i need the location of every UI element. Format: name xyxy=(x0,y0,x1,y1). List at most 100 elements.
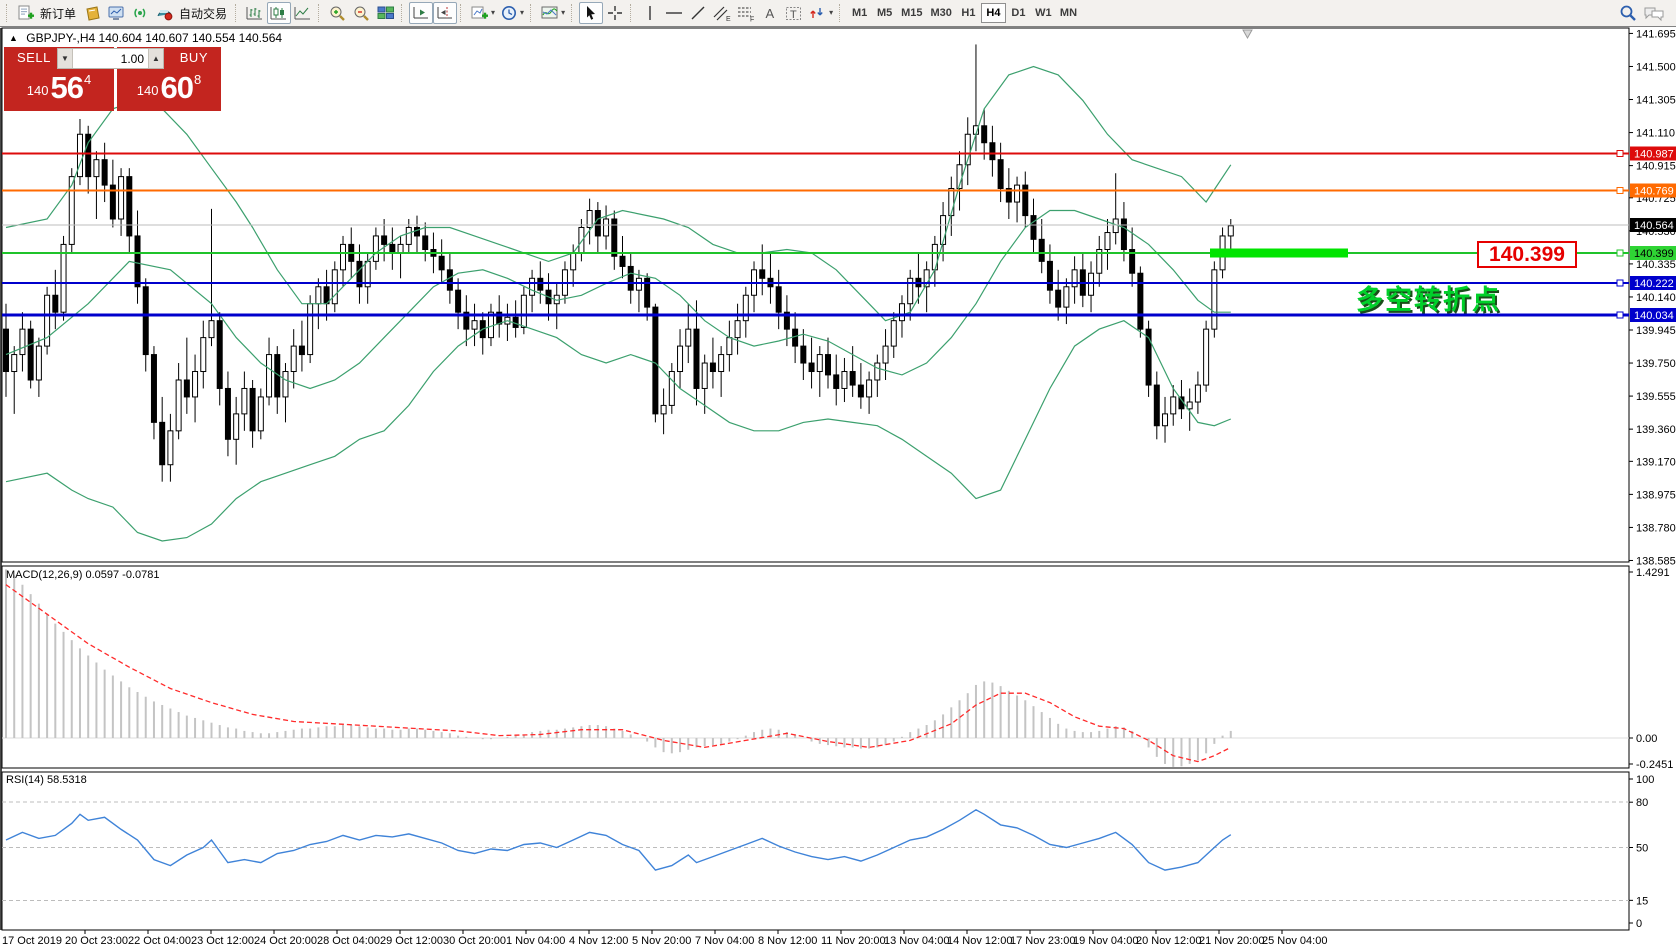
chart-shift-button[interactable] xyxy=(433,2,457,24)
profiles-button[interactable] xyxy=(81,2,105,24)
svg-text:-0.2451: -0.2451 xyxy=(1636,759,1673,771)
vertical-line-icon xyxy=(643,5,657,21)
horizontal-line-tool-button[interactable] xyxy=(662,2,686,24)
timeframe-h4-button[interactable]: H4 xyxy=(981,3,1006,23)
arrow-objects-icon xyxy=(809,5,827,21)
signals-button[interactable] xyxy=(129,2,153,24)
timeframe-mn-button[interactable]: MN xyxy=(1056,3,1081,23)
fibonacci-tool-button[interactable]: F xyxy=(734,2,758,24)
autotrading-button[interactable] xyxy=(153,2,177,24)
svg-text:23 Oct 12:00: 23 Oct 12:00 xyxy=(191,935,254,947)
svg-text:4 Nov 12:00: 4 Nov 12:00 xyxy=(569,935,628,947)
new-order-button[interactable] xyxy=(14,2,38,24)
highlight-bar xyxy=(1210,249,1348,258)
text-tool-button[interactable]: A xyxy=(758,2,782,24)
buy-price-base: 140 xyxy=(137,83,159,98)
svg-text:A: A xyxy=(766,6,775,21)
clock-icon xyxy=(501,5,518,21)
toolbar-grip xyxy=(6,4,11,22)
collapse-chevron-icon[interactable]: ▲ xyxy=(9,33,18,43)
bar-chart-mode-button[interactable] xyxy=(243,2,267,24)
svg-text:7 Nov 04:00: 7 Nov 04:00 xyxy=(695,935,754,947)
trendline-tool-button[interactable] xyxy=(686,2,710,24)
periods-button[interactable]: ▾ xyxy=(498,2,527,24)
timeframe-m30-button[interactable]: M30 xyxy=(927,3,956,23)
terminal-icon xyxy=(108,6,126,21)
symbol-period-label: GBPJPY-,H4 xyxy=(26,31,95,45)
svg-text:5 Nov 20:00: 5 Nov 20:00 xyxy=(632,935,691,947)
cursor-tool-button[interactable] xyxy=(579,2,603,24)
new-chart-button[interactable]: ▾ xyxy=(468,2,498,24)
svg-text:139.555: 139.555 xyxy=(1636,391,1676,403)
chart-canvas[interactable]: 141.695141.500141.305141.110140.915140.7… xyxy=(0,0,1676,948)
rsi-indicator-label: RSI(14) 58.5318 xyxy=(6,774,87,786)
timeframe-m5-button[interactable]: M5 xyxy=(872,3,897,23)
svg-text:1 Nov 04:00: 1 Nov 04:00 xyxy=(506,935,565,947)
svg-text:140.222: 140.222 xyxy=(1634,278,1674,290)
timeframe-m15-button[interactable]: M15 xyxy=(897,3,926,23)
one-click-trading-panel: SELL 140564 BUY 140608 ▼ ▲ xyxy=(4,47,221,111)
candlestick-mode-button[interactable] xyxy=(267,2,291,24)
svg-text:0.00: 0.00 xyxy=(1636,733,1657,745)
price-callout-box[interactable]: 140.399 xyxy=(1477,241,1577,268)
arrows-tool-button[interactable]: ▾ xyxy=(806,2,836,24)
svg-text:140.987: 140.987 xyxy=(1634,148,1674,160)
toolbar-grip xyxy=(401,4,406,22)
indicators-icon xyxy=(541,5,559,21)
toolbar-right-group xyxy=(1619,4,1673,22)
svg-text:100: 100 xyxy=(1636,774,1654,786)
svg-text:25 Nov 04:00: 25 Nov 04:00 xyxy=(1262,935,1327,947)
svg-text:20 Oct 23:00: 20 Oct 23:00 xyxy=(65,935,128,947)
equidistant-channel-tool-button[interactable]: E xyxy=(710,2,734,24)
sell-price: 140564 xyxy=(4,70,114,106)
timeframe-w1-button[interactable]: W1 xyxy=(1031,3,1056,23)
horizontal-line-icon xyxy=(665,5,683,21)
svg-text:22 Oct 04:00: 22 Oct 04:00 xyxy=(128,935,191,947)
crosshair-tool-button[interactable] xyxy=(603,2,627,24)
zoom-out-icon xyxy=(353,5,371,22)
toolbar-grip xyxy=(460,4,465,22)
svg-text:24 Oct 20:00: 24 Oct 20:00 xyxy=(254,935,317,947)
line-chart-mode-button[interactable] xyxy=(291,2,315,24)
svg-text:17 Oct 2019: 17 Oct 2019 xyxy=(2,935,62,947)
toolbar-grip xyxy=(318,4,323,22)
price-axis: 141.695141.500141.305141.110140.915140.7… xyxy=(1629,28,1676,567)
chat-icon[interactable] xyxy=(1643,4,1665,22)
buy-price-point: 8 xyxy=(194,72,201,87)
toolbar-grip xyxy=(530,4,535,22)
search-icon[interactable] xyxy=(1619,4,1637,22)
new-chart-icon xyxy=(471,5,489,21)
svg-text:F: F xyxy=(750,16,754,22)
svg-text:140.769: 140.769 xyxy=(1634,185,1674,197)
sell-price-point: 4 xyxy=(84,72,91,87)
zoom-in-button[interactable] xyxy=(326,2,350,24)
volume-increase-button[interactable]: ▲ xyxy=(149,49,163,68)
autotrading-label[interactable]: 自动交易 xyxy=(179,5,227,22)
timeframe-m1-button[interactable]: M1 xyxy=(847,3,872,23)
cursor-icon xyxy=(584,5,598,21)
timeframe-h1-button[interactable]: H1 xyxy=(956,3,981,23)
toolbar-grip xyxy=(235,4,240,22)
tile-windows-button[interactable] xyxy=(374,2,398,24)
new-order-icon xyxy=(18,5,35,21)
dropdown-caret: ▾ xyxy=(829,9,833,17)
volume-input[interactable] xyxy=(72,49,149,68)
sell-label: SELL xyxy=(17,50,51,65)
indicators-button[interactable]: ▾ xyxy=(538,2,568,24)
svg-text:11 Nov 20:00: 11 Nov 20:00 xyxy=(821,935,886,947)
svg-text:1.4291: 1.4291 xyxy=(1636,567,1670,579)
market-watch-button[interactable] xyxy=(105,2,129,24)
zoom-out-button[interactable] xyxy=(350,2,374,24)
svg-text:140.915: 140.915 xyxy=(1636,161,1676,173)
svg-text:T: T xyxy=(790,9,797,21)
vertical-line-tool-button[interactable] xyxy=(638,2,662,24)
panel-frames xyxy=(0,28,1629,930)
new-order-label[interactable]: 新订单 xyxy=(40,5,76,22)
toolbar-grip xyxy=(839,4,844,22)
volume-decrease-button[interactable]: ▼ xyxy=(58,49,72,68)
svg-text:15: 15 xyxy=(1636,895,1648,907)
turning-point-annotation[interactable]: 多空转折点 xyxy=(1356,278,1501,317)
text-label-tool-button[interactable]: T xyxy=(782,2,806,24)
timeframe-d1-button[interactable]: D1 xyxy=(1006,3,1031,23)
auto-scroll-button[interactable] xyxy=(409,2,433,24)
